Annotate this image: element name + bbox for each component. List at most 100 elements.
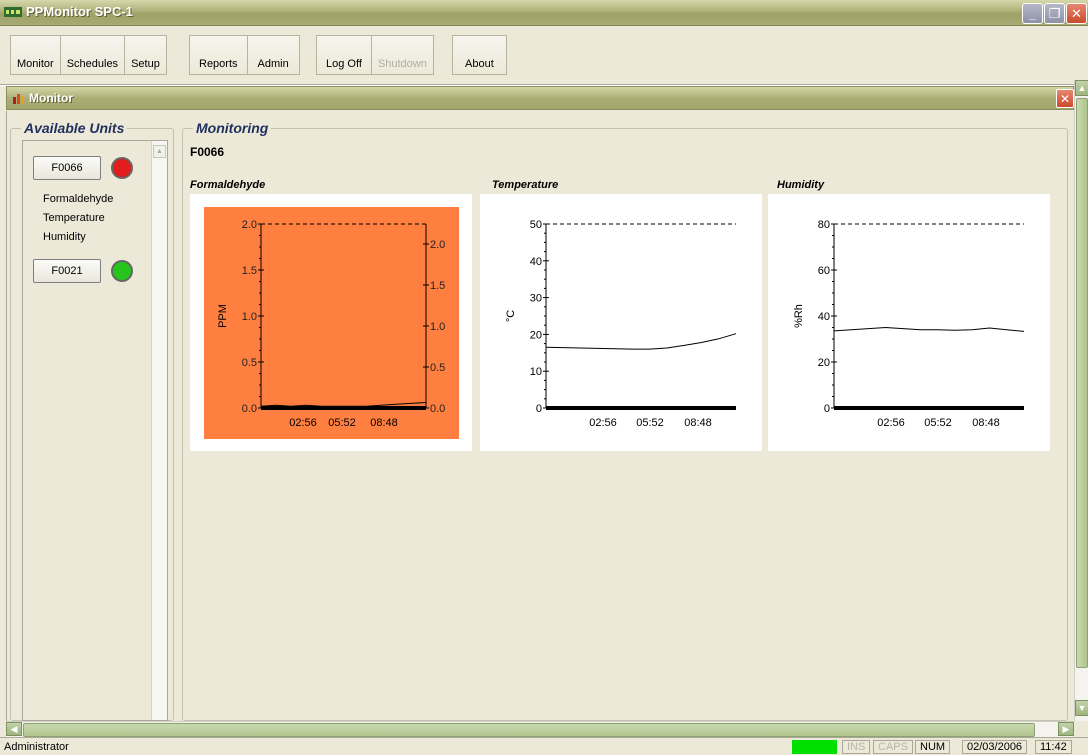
status-bar: Administrator INS CAPS NUM 02/03/2006 11…: [0, 737, 1088, 755]
status-caps: CAPS: [873, 740, 913, 754]
status-led-green: [111, 260, 133, 282]
x-tick-label: 08:48: [684, 417, 712, 429]
x-tick-label: 05:52: [328, 417, 356, 429]
y2-tick-label: 1.0: [430, 321, 445, 333]
toolbar-group-help: About: [452, 35, 507, 75]
x-axis-bar: [546, 406, 736, 410]
chart-title-formaldehyde: Formaldehyde: [190, 179, 266, 191]
y2-tick-label: 0.5: [430, 362, 445, 374]
unit-button-f0066[interactable]: F0066: [33, 156, 101, 180]
chart-panel-formaldehyde: 0.0 0.5 1.0 1.5 2.0 0.0 0.5 1.0 1.5 2.0 PPM 02:56 05…: [190, 194, 472, 451]
restore-button[interactable]: ❐: [1044, 3, 1065, 24]
app-title: PPMonitor SPC-1: [26, 4, 133, 19]
status-user: Administrator: [4, 741, 69, 753]
x-axis-bar: [834, 406, 1024, 410]
sensor-formaldehyde[interactable]: Formaldehyde: [43, 193, 113, 205]
horizontal-scrollbar[interactable]: ◀ ▶: [6, 721, 1074, 737]
units-list[interactable]: F0066 Formaldehyde Temperature Humidity …: [22, 140, 168, 721]
chart-panel-humidity: 0 20 40 60 80 %Rh 02:56 05:52 08:48: [768, 194, 1050, 451]
status-led-red: [111, 157, 133, 179]
chart-panel-temperature: 0 10 20 30 40 50 °C 02:56 05:52 08:48: [480, 194, 762, 451]
x-tick-label: 02:56: [589, 417, 617, 429]
setup-button[interactable]: Setup: [125, 36, 166, 74]
y2-tick-label: 0.0: [430, 403, 445, 415]
y-tick-label: 20: [530, 329, 542, 341]
y2-tick-label: 2.0: [430, 239, 445, 251]
y-tick-label: 80: [818, 219, 830, 231]
toolbar-group-session: Log Off Shutdown: [316, 35, 434, 75]
y-tick-label: 2.0: [242, 219, 257, 231]
available-units-legend: Available Units: [21, 120, 128, 136]
y-tick-label: 0.5: [242, 357, 257, 369]
status-time: 11:42: [1035, 740, 1072, 754]
sensor-temperature[interactable]: Temperature: [43, 212, 105, 224]
chart-background: [480, 194, 762, 451]
monitor-window-title-bar: Monitor ✕: [6, 86, 1074, 110]
ppm-logo-icon: [4, 7, 22, 17]
y-tick-label: 0: [536, 403, 542, 415]
y-tick-label: 50: [530, 219, 542, 231]
y-tick-label: 1.5: [242, 265, 257, 277]
y-tick-label: 0: [824, 403, 830, 415]
shutdown-button[interactable]: Shutdown: [371, 36, 433, 74]
connection-indicator: [792, 740, 837, 754]
x-tick-label: 05:52: [924, 417, 952, 429]
monitor-button[interactable]: Monitor: [11, 36, 61, 74]
x-tick-label: 05:52: [636, 417, 664, 429]
scroll-left-arrow-icon[interactable]: ◀: [6, 722, 22, 736]
scroll-up-arrow-icon[interactable]: ▲: [153, 145, 166, 158]
y-tick-label: 40: [530, 256, 542, 268]
schedules-button[interactable]: Schedules: [60, 36, 126, 74]
y-tick-label: 1.0: [242, 311, 257, 323]
sensor-humidity[interactable]: Humidity: [43, 231, 86, 243]
formaldehyde-chart: 0.0 0.5 1.0 1.5 2.0 0.0 0.5 1.0 1.5 2.0 PPM 02:56 05…: [204, 207, 459, 439]
unit-button-f0021[interactable]: F0021: [33, 259, 101, 283]
chart-background: [768, 194, 1050, 451]
status-num: NUM: [915, 740, 951, 754]
humidity-chart: 0 20 40 60 80 %Rh 02:56 05:52 08:48: [768, 194, 1050, 451]
about-button[interactable]: About: [453, 36, 506, 74]
y-tick-label: 0.0: [242, 403, 257, 415]
scroll-right-arrow-icon[interactable]: ▶: [1058, 722, 1074, 736]
units-scrollbar[interactable]: ▲: [151, 141, 167, 720]
y-tick-label: 20: [818, 357, 830, 369]
monitored-unit-id: F0066: [190, 145, 225, 159]
close-icon: ✕: [1059, 91, 1071, 106]
scroll-down-arrow-icon[interactable]: ▼: [1075, 700, 1088, 716]
monitor-window-title: Monitor: [29, 91, 73, 105]
close-icon: ✕: [1071, 5, 1082, 21]
title-bar: PPMonitor SPC-1 _ ❐ ✕: [0, 0, 1088, 26]
y-axis-label: °C: [505, 310, 517, 322]
y-axis-label: PPM: [217, 304, 229, 328]
chart-title-humidity: Humidity: [777, 179, 825, 191]
admin-button[interactable]: Admin: [247, 36, 299, 74]
y2-tick-label: 1.5: [430, 280, 445, 292]
status-ins: INS: [842, 740, 871, 754]
close-button[interactable]: ✕: [1066, 3, 1087, 24]
x-tick-label: 02:56: [877, 417, 905, 429]
toolbar: Monitor Schedules Setup Reports Admin Lo…: [0, 27, 1088, 81]
vertical-scrollbar[interactable]: ▲ ▼: [1074, 80, 1088, 721]
toolbar-group-navigation: Monitor Schedules Setup: [10, 35, 167, 75]
x-tick-label: 08:48: [370, 417, 398, 429]
minimize-button[interactable]: _: [1022, 3, 1043, 24]
y-tick-label: 10: [530, 366, 542, 378]
log-off-button[interactable]: Log Off: [317, 36, 372, 74]
x-tick-label: 08:48: [972, 417, 1000, 429]
status-date: 02/03/2006: [962, 740, 1028, 754]
monitor-close-button[interactable]: ✕: [1056, 89, 1074, 108]
x-tick-label: 02:56: [289, 417, 317, 429]
y-axis-label: %Rh: [793, 304, 805, 328]
scroll-up-arrow-icon[interactable]: ▲: [1075, 80, 1088, 96]
monitoring-legend: Monitoring: [193, 120, 272, 136]
y-tick-label: 40: [818, 311, 830, 323]
bar-chart-icon: [13, 94, 24, 104]
toolbar-group-management: Reports Admin: [189, 35, 300, 75]
reports-button[interactable]: Reports: [190, 36, 248, 74]
chart-title-temperature: Temperature: [492, 179, 559, 191]
vertical-scroll-thumb[interactable]: [1076, 98, 1088, 668]
temperature-chart: 0 10 20 30 40 50 °C 02:56 05:52 08:48: [480, 194, 762, 451]
y-tick-label: 60: [818, 265, 830, 277]
minimize-icon: _: [1028, 6, 1037, 21]
horizontal-scroll-thumb[interactable]: [23, 723, 1035, 737]
